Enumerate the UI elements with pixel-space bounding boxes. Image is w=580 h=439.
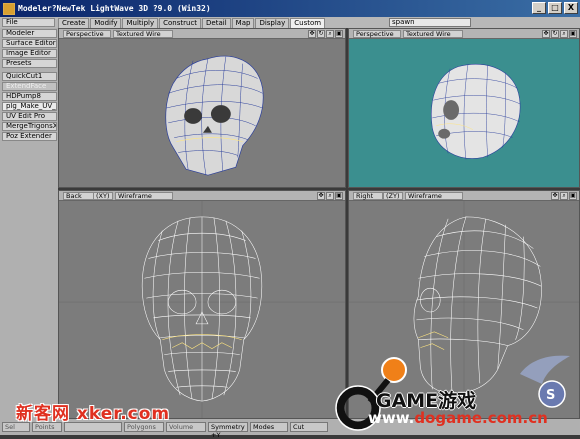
window-title: Modeler?NewTek LightWave 3D ?9.0 (Win32) bbox=[18, 4, 211, 13]
minimize-button[interactable]: _ bbox=[532, 2, 546, 14]
lightwave-app-icon bbox=[3, 2, 15, 15]
zoom-view-icon[interactable]: ⌕ bbox=[326, 192, 334, 200]
view-type-dropdown[interactable]: Perspective bbox=[63, 30, 111, 38]
quickcut-button[interactable]: QuickCut1 bbox=[2, 72, 57, 81]
move-view-icon[interactable]: ✥ bbox=[317, 192, 325, 200]
cut-button[interactable]: Cut bbox=[290, 422, 328, 432]
maximize-view-icon[interactable]: ▣ bbox=[335, 30, 343, 38]
render-mode-dropdown[interactable]: Wireframe bbox=[405, 192, 463, 200]
viewport-header: Perspective Textured Wire ✥ ↻ ⌕ ▣ bbox=[59, 29, 345, 39]
tab-detail[interactable]: Detail bbox=[202, 18, 231, 28]
skull-perspective-view bbox=[59, 39, 345, 187]
tab-display[interactable]: Display bbox=[255, 18, 290, 28]
hdpump-button[interactable]: HDPump8 bbox=[2, 92, 57, 101]
move-view-icon[interactable]: ✥ bbox=[551, 192, 559, 200]
layer-selector[interactable]: spawn bbox=[389, 18, 471, 27]
plg-make-uv-button[interactable]: plg_Make_UV_ bbox=[2, 102, 57, 111]
viewport-header: Right (ZY) Wireframe ✥ ⌕ ▣ bbox=[349, 191, 579, 201]
title-bar: Modeler?NewTek LightWave 3D ?9.0 (Win32)… bbox=[0, 0, 580, 17]
view-type-dropdown[interactable]: Back bbox=[63, 192, 95, 200]
extendface-button[interactable]: ExtendFace bbox=[2, 82, 57, 91]
symmetry-toggle[interactable]: Symmetry +Y bbox=[208, 422, 248, 439]
zoom-view-icon[interactable]: ⌕ bbox=[560, 192, 568, 200]
tab-modify[interactable]: Modify bbox=[90, 18, 122, 28]
viewport-top-right[interactable]: Perspective Textured Wire ✥ ↻ ⌕ ▣ bbox=[348, 28, 580, 188]
maximize-view-icon[interactable]: ▣ bbox=[569, 192, 577, 200]
view-type-dropdown[interactable]: Perspective bbox=[353, 30, 401, 38]
top-menu-row: File Create Modify Multiply Construct De… bbox=[0, 17, 580, 28]
merge-trigons-button[interactable]: MergeTrigonsX bbox=[2, 122, 57, 131]
viewport-bottom-left[interactable]: Back (XY) Wireframe ✥ ⌕ ▣ bbox=[58, 190, 346, 419]
site-watermark: 新客网 xker.com bbox=[16, 404, 171, 424]
rotate-view-icon[interactable]: ↻ bbox=[317, 30, 325, 38]
maximize-button[interactable]: □ bbox=[548, 2, 562, 14]
image-editor-button[interactable]: Image Editor bbox=[2, 49, 57, 58]
tab-multiply[interactable]: Multiply bbox=[122, 18, 159, 28]
close-button[interactable]: X bbox=[564, 2, 578, 14]
tab-custom[interactable]: Custom bbox=[290, 18, 326, 28]
poz-extender-button[interactable]: Poz Extender bbox=[2, 132, 57, 141]
volume-mode-button[interactable]: Volume bbox=[166, 422, 206, 432]
presets-button[interactable]: Presets bbox=[2, 59, 57, 68]
view-type-dropdown[interactable]: Right bbox=[353, 192, 383, 200]
tab-bar: Create Modify Multiply Construct Detail … bbox=[58, 18, 326, 28]
axis-dropdown[interactable]: (ZY) bbox=[383, 192, 403, 200]
move-view-icon[interactable]: ✥ bbox=[542, 30, 550, 38]
zoom-view-icon[interactable]: ⌕ bbox=[560, 30, 568, 38]
modes-dropdown[interactable]: Modes bbox=[250, 422, 288, 432]
maximize-view-icon[interactable]: ▣ bbox=[569, 30, 577, 38]
domain-watermark: www.dogame.com.cn bbox=[368, 409, 548, 427]
modeler-dropdown[interactable]: Modeler bbox=[2, 29, 57, 38]
viewport-header: Back (XY) Wireframe ✥ ⌕ ▣ bbox=[59, 191, 345, 201]
tab-map[interactable]: Map bbox=[231, 18, 255, 28]
tab-create[interactable]: Create bbox=[58, 18, 90, 28]
file-menu[interactable]: File bbox=[2, 18, 55, 27]
skull-front-wireframe bbox=[59, 201, 345, 418]
render-mode-dropdown[interactable]: Textured Wire bbox=[113, 30, 173, 38]
render-mode-dropdown[interactable]: Wireframe bbox=[115, 192, 173, 200]
maximize-view-icon[interactable]: ▣ bbox=[335, 192, 343, 200]
viewport-header: Perspective Textured Wire ✥ ↻ ⌕ ▣ bbox=[349, 29, 579, 39]
render-mode-dropdown[interactable]: Textured Wire bbox=[403, 30, 463, 38]
surface-editor-button[interactable]: Surface Editor bbox=[2, 39, 57, 48]
skull-camera-view bbox=[349, 39, 579, 187]
rotate-view-icon[interactable]: ↻ bbox=[551, 30, 559, 38]
move-view-icon[interactable]: ✥ bbox=[308, 30, 316, 38]
viewport-top-left[interactable]: Perspective Textured Wire ✥ ↻ ⌕ ▣ bbox=[58, 28, 346, 188]
tool-sidebar: Modeler Surface Editor Image Editor Pres… bbox=[0, 28, 58, 419]
axis-dropdown[interactable]: (XY) bbox=[93, 192, 113, 200]
tab-construct[interactable]: Construct bbox=[159, 18, 202, 28]
zoom-view-icon[interactable]: ⌕ bbox=[326, 30, 334, 38]
uv-edit-pro-button[interactable]: UV Edit Pro bbox=[2, 112, 57, 121]
svg-text:S: S bbox=[546, 388, 555, 403]
